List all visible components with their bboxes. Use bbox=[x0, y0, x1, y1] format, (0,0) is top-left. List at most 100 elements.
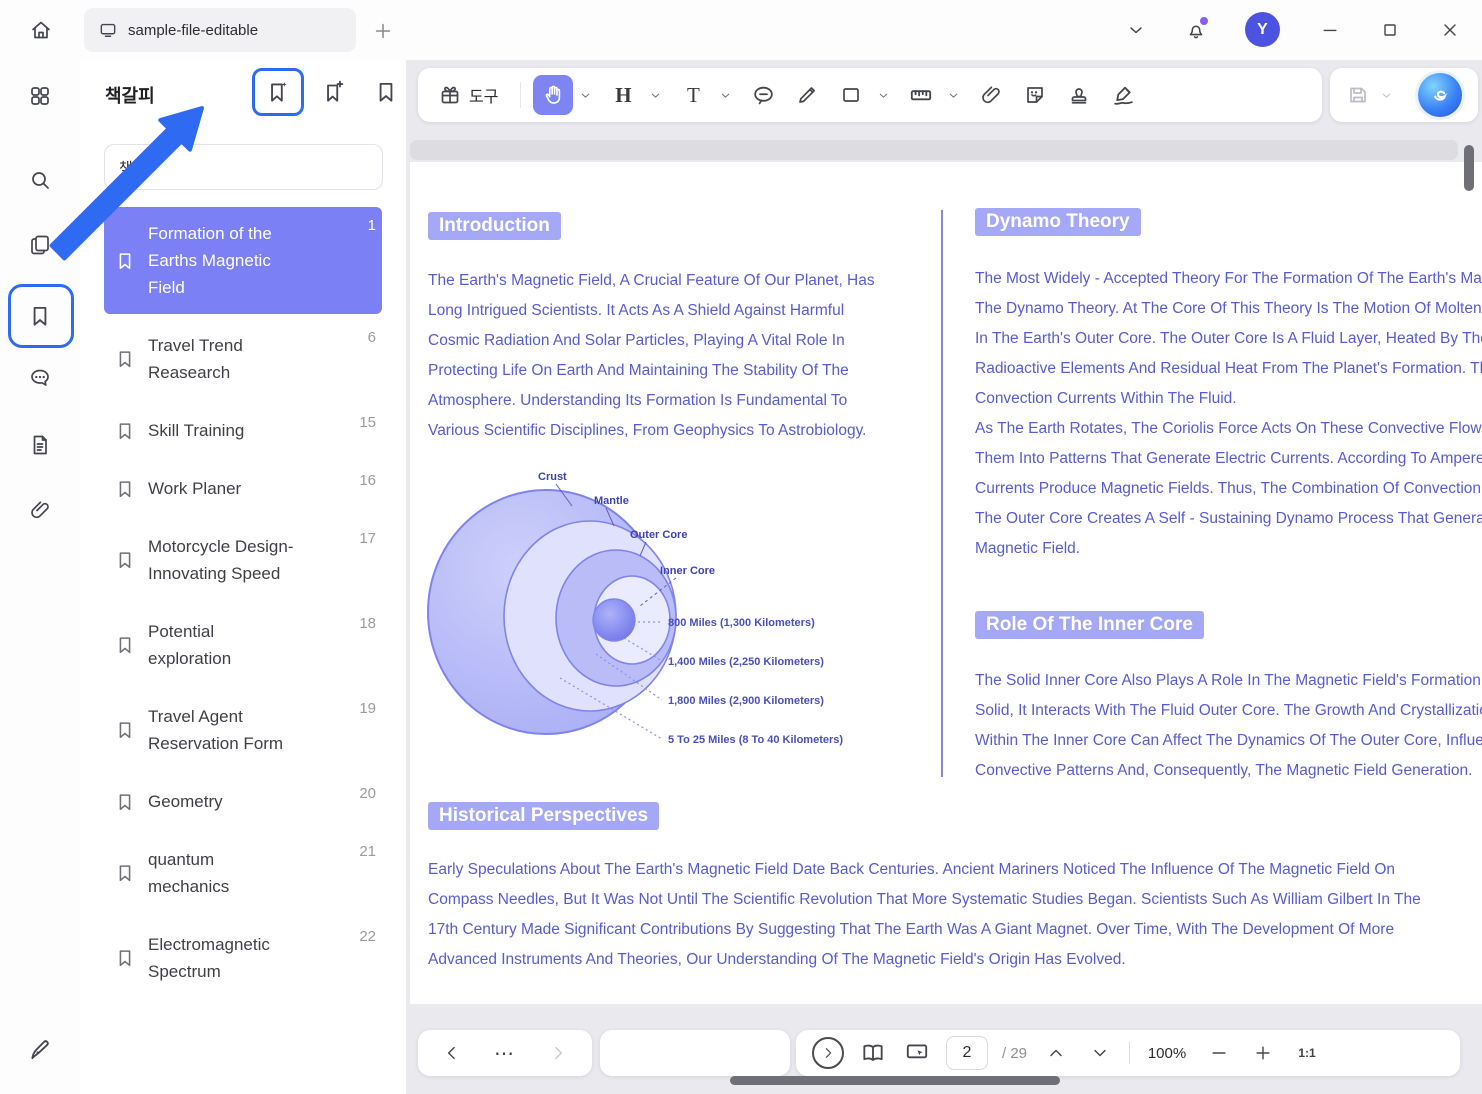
pen-tool-button[interactable] bbox=[787, 75, 827, 115]
text-line: Currents Produce Magnetic Fields. Thus, … bbox=[975, 480, 1482, 497]
zoom-out-button[interactable] bbox=[1204, 1035, 1234, 1071]
notifications-button[interactable] bbox=[1176, 10, 1216, 50]
bookmark-label: Travel Trend Reasearch bbox=[148, 336, 243, 382]
vertical-scrollbar-thumb[interactable] bbox=[1464, 145, 1474, 191]
panel-actions bbox=[252, 68, 406, 116]
actual-size-button[interactable]: 1:1 bbox=[1292, 1035, 1322, 1071]
text-line: Convective Patterns And, Consequently, T… bbox=[975, 762, 1473, 779]
bookmark-page-number: 22 bbox=[359, 928, 376, 945]
bookmarks-panel-icon[interactable] bbox=[18, 294, 62, 338]
text-tool-button[interactable]: T bbox=[673, 75, 713, 115]
bookmark-item-icon bbox=[114, 549, 136, 571]
measure-tool-button[interactable] bbox=[901, 75, 941, 115]
zoom-in-button[interactable] bbox=[1248, 1035, 1278, 1071]
pdf-editor-app: sample-file-editable Y 책갈피 책 Formation o… bbox=[0, 0, 1482, 1094]
more-options-button[interactable]: ⋯ bbox=[490, 1035, 520, 1071]
hand-tool-dropdown[interactable] bbox=[577, 75, 593, 115]
bookmark-item[interactable]: Travel Agent Reservation Form 19 bbox=[104, 690, 382, 770]
document-workspace: 도구 H T Introduction The Earth's Magnetic… bbox=[407, 60, 1482, 1094]
draw-tool-icon[interactable] bbox=[18, 1028, 62, 1072]
bookmark-item[interactable]: Formation of the Earths Magnetic Field 1 bbox=[104, 207, 382, 314]
page-number-input[interactable]: 2 bbox=[946, 1036, 988, 1070]
bookmark-item[interactable]: Work Planer 16 bbox=[104, 462, 382, 515]
save-button[interactable] bbox=[1338, 75, 1378, 115]
attachments-icon[interactable] bbox=[18, 488, 62, 532]
horizontal-scrollbar-top[interactable] bbox=[410, 140, 1458, 160]
bookmark-search-input[interactable] bbox=[105, 145, 382, 189]
signature-tool-button[interactable] bbox=[1103, 75, 1143, 115]
tools-menu-label: 도구 bbox=[469, 89, 499, 106]
panel-title: 책갈피 bbox=[105, 86, 155, 106]
minimize-button[interactable] bbox=[1310, 10, 1350, 50]
forward-button[interactable] bbox=[543, 1035, 573, 1071]
bookmark-item[interactable]: Electromagnetic Spectrum 22 bbox=[104, 918, 382, 998]
bookmark-list-button[interactable] bbox=[364, 70, 406, 114]
apps-grid-icon[interactable] bbox=[18, 74, 62, 118]
heading-tool-dropdown[interactable] bbox=[647, 75, 663, 115]
presentation-mode-button[interactable] bbox=[902, 1035, 932, 1071]
user-avatar[interactable]: Y bbox=[1245, 12, 1280, 47]
document-tab[interactable]: sample-file-editable bbox=[84, 8, 356, 52]
tools-menu-button[interactable]: 도구 bbox=[428, 75, 508, 115]
reading-mode-button[interactable] bbox=[858, 1035, 888, 1071]
bookmark-page-number: 15 bbox=[359, 414, 376, 431]
zoom-level: 100% bbox=[1147, 1044, 1187, 1062]
close-button[interactable] bbox=[1430, 10, 1470, 50]
save-group bbox=[1330, 68, 1478, 122]
bookmark-item-icon bbox=[114, 634, 136, 656]
bookmark-item[interactable]: Geometry 20 bbox=[104, 775, 382, 828]
text-line: Convection Currents Within The Fluid. bbox=[975, 390, 1237, 407]
column-divider bbox=[941, 210, 943, 777]
diagram-measure-3: 1,800 Miles (2,900 Kilometers) bbox=[668, 695, 824, 707]
add-bookmark-button[interactable] bbox=[312, 70, 356, 114]
sticker-tool-button[interactable] bbox=[1015, 75, 1055, 115]
shape-tool-dropdown[interactable] bbox=[875, 75, 891, 115]
heading-tool-button[interactable]: H bbox=[603, 75, 643, 115]
new-tab-button[interactable] bbox=[372, 19, 396, 43]
bookmark-list: Formation of the Earths Magnetic Field 1… bbox=[80, 202, 406, 1094]
stamp-tool-button[interactable] bbox=[1059, 75, 1099, 115]
bookmark-page-number: 21 bbox=[359, 843, 376, 860]
page-notes-icon[interactable] bbox=[18, 423, 62, 467]
text-line: The Outer Core Creates A Self - Sustaini… bbox=[975, 510, 1482, 527]
bookmark-page-number: 20 bbox=[359, 785, 376, 802]
horizontal-scrollbar-thumb[interactable] bbox=[730, 1076, 1060, 1085]
bookmark-item-icon bbox=[114, 719, 136, 741]
expand-controls-button[interactable] bbox=[812, 1037, 844, 1069]
text-tool-dropdown[interactable] bbox=[717, 75, 733, 115]
bookmark-label: Travel Agent Reservation Form bbox=[148, 707, 284, 753]
shape-tool-button[interactable] bbox=[831, 75, 871, 115]
maximize-button[interactable] bbox=[1370, 10, 1410, 50]
previous-page-button[interactable] bbox=[1041, 1035, 1071, 1071]
comments-icon[interactable] bbox=[18, 356, 62, 400]
collapse-toolbar-button[interactable] bbox=[1116, 10, 1156, 50]
bookmark-item[interactable]: Travel Trend Reasearch 6 bbox=[104, 319, 382, 399]
bookmark-item-icon bbox=[114, 250, 136, 272]
notification-dot bbox=[1200, 17, 1208, 25]
historical-paragraph: Early Speculations About The Earth's Mag… bbox=[428, 861, 1421, 968]
section-heading-introduction: Introduction bbox=[428, 212, 561, 240]
auto-bookmark-button[interactable] bbox=[252, 68, 304, 116]
back-button[interactable] bbox=[437, 1035, 467, 1071]
ai-assistant-icon[interactable] bbox=[1418, 73, 1462, 117]
left-icon-rail bbox=[0, 60, 80, 1094]
page-thumbnails-icon[interactable] bbox=[18, 223, 62, 267]
home-button[interactable] bbox=[24, 13, 58, 47]
hand-tool-button[interactable] bbox=[533, 75, 574, 115]
diagram-label-inner-core: Inner Core bbox=[660, 565, 715, 577]
bookmark-item-icon bbox=[114, 947, 136, 969]
text-line: The Most Widely - Accepted Theory For Th… bbox=[975, 270, 1482, 287]
next-page-button[interactable] bbox=[1085, 1035, 1115, 1071]
comment-tool-button[interactable] bbox=[743, 75, 783, 115]
bookmark-page-number: 18 bbox=[359, 615, 376, 632]
save-dropdown[interactable] bbox=[1378, 75, 1394, 115]
bookmark-item[interactable]: Potential exploration 18 bbox=[104, 605, 382, 685]
attach-tool-button[interactable] bbox=[971, 75, 1011, 115]
diagram-label-outer-core: Outer Core bbox=[630, 529, 687, 541]
bookmark-item[interactable]: quantum mechanics 21 bbox=[104, 833, 382, 913]
bookmark-item[interactable]: Motorcycle Design-Innovating Speed 17 bbox=[104, 520, 382, 600]
view-controls-pill: 2 / 29 100% 1:1 bbox=[796, 1030, 1460, 1076]
bookmark-item[interactable]: Skill Training 15 bbox=[104, 404, 382, 457]
measure-tool-dropdown[interactable] bbox=[945, 75, 961, 115]
search-icon[interactable] bbox=[18, 158, 62, 202]
